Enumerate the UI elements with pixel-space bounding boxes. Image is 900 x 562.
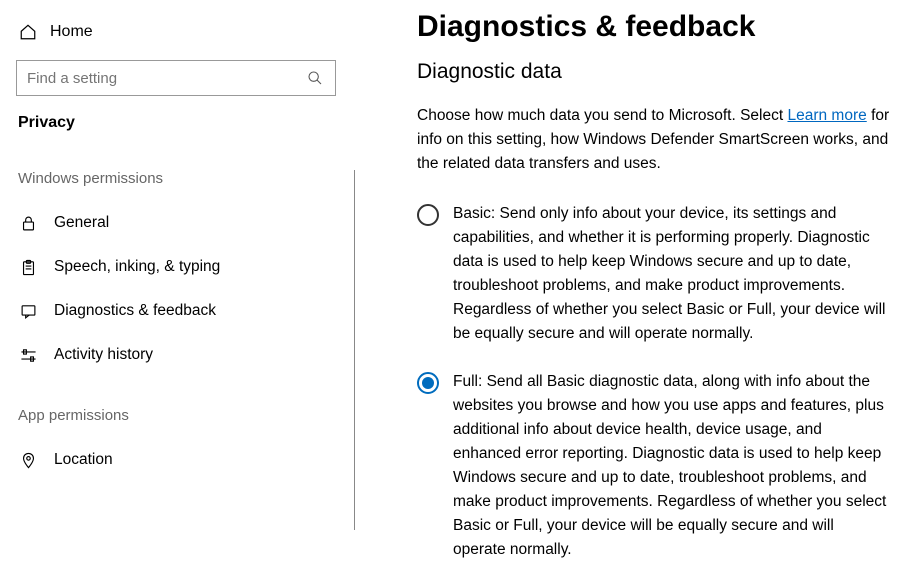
sidebar: Home Privacy Windows permissions General… (0, 0, 355, 561)
intro-before: Choose how much data you send to Microso… (417, 107, 787, 124)
radio-option-full[interactable]: Full: Send all Basic diagnostic data, al… (417, 370, 890, 562)
group-windows-permissions: Windows permissions (16, 170, 339, 187)
content-pane: Diagnostics & feedback Diagnostic data C… (355, 0, 900, 561)
radio-basic[interactable] (417, 204, 439, 226)
divider (354, 170, 355, 530)
clipboard-icon (18, 257, 38, 277)
learn-more-link[interactable]: Learn more (787, 107, 866, 124)
sidebar-item-activity[interactable]: Activity history (16, 333, 339, 377)
group-app-permissions: App permissions (16, 407, 339, 424)
location-icon (18, 450, 38, 470)
search-input[interactable] (27, 70, 295, 87)
sidebar-item-label: Speech, inking, & typing (54, 258, 220, 276)
sidebar-item-diagnostics[interactable]: Diagnostics & feedback (16, 289, 339, 333)
intro-text: Choose how much data you send to Microso… (417, 104, 890, 176)
sidebar-item-label: Activity history (54, 346, 153, 364)
sidebar-item-location[interactable]: Location (16, 438, 339, 482)
radio-full[interactable] (417, 372, 439, 394)
sidebar-item-label: Diagnostics & feedback (54, 302, 216, 320)
sidebar-item-label: Location (54, 451, 113, 469)
feedback-icon (18, 301, 38, 321)
sidebar-item-general[interactable]: General (16, 201, 339, 245)
sidebar-item-speech[interactable]: Speech, inking, & typing (16, 245, 339, 289)
lock-icon (18, 213, 38, 233)
home-button[interactable]: Home (16, 22, 339, 42)
page-title: Diagnostics & feedback (417, 10, 890, 44)
section-title: Diagnostic data (417, 60, 890, 84)
category-title: Privacy (16, 114, 339, 132)
radio-basic-text: Basic: Send only info about your device,… (453, 202, 890, 346)
radio-full-text: Full: Send all Basic diagnostic data, al… (453, 370, 890, 562)
sidebar-item-label: General (54, 214, 109, 232)
search-icon (305, 68, 325, 88)
activity-icon (18, 345, 38, 365)
home-icon (18, 22, 38, 42)
search-box[interactable] (16, 60, 336, 96)
radio-option-basic[interactable]: Basic: Send only info about your device,… (417, 202, 890, 346)
home-label: Home (50, 23, 93, 41)
